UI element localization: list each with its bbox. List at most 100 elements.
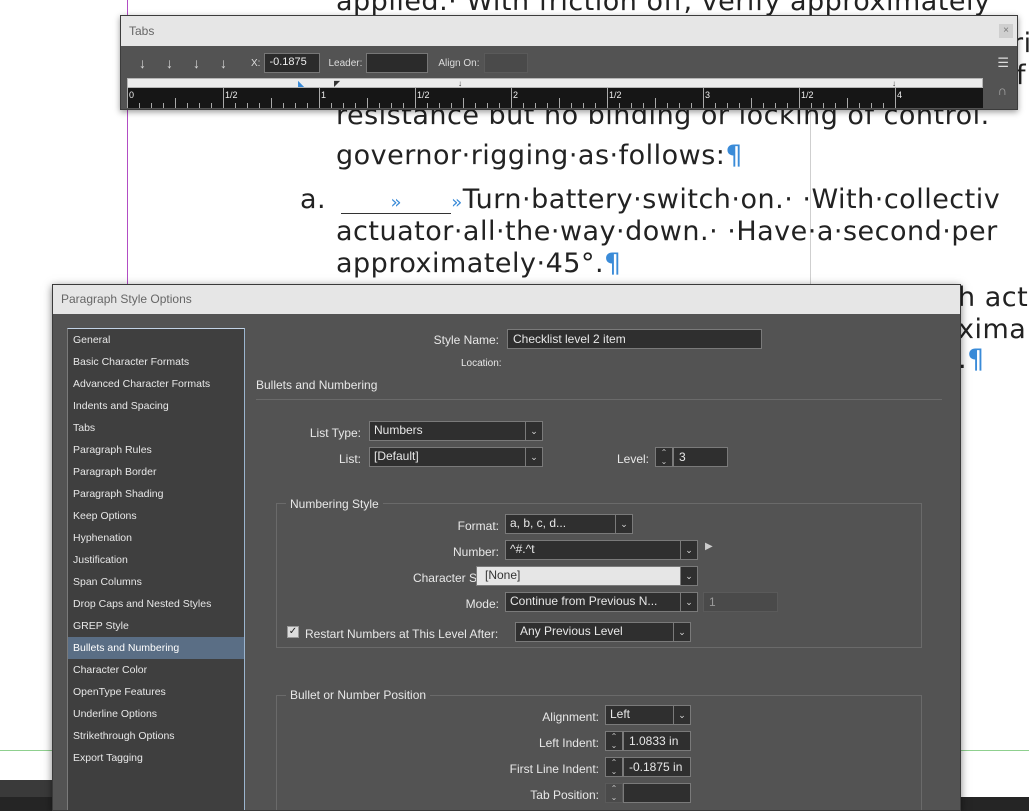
category-item[interactable]: GREP Style <box>68 615 244 637</box>
category-item[interactable]: Span Columns <box>68 571 244 593</box>
align-on-input[interactable] <box>483 53 528 73</box>
tab-stop-icon[interactable]: ↓ <box>458 79 462 88</box>
format-dropdown[interactable]: a, b, c, d... ⌄ <box>505 514 633 534</box>
ruler-tick <box>403 103 404 108</box>
character-style-dropdown[interactable]: [None] ⌄ <box>476 566 698 586</box>
alignment-dropdown[interactable]: Left ⌄ <box>605 705 691 725</box>
category-item[interactable]: Keep Options <box>68 505 244 527</box>
first-line-indent-input[interactable]: -0.1875 in <box>623 757 691 777</box>
ruler-tick <box>703 88 704 108</box>
position-panel-above-frame-icon[interactable]: ∩ <box>998 83 1007 98</box>
mode-value: Continue from Previous N... <box>510 594 658 608</box>
first-line-indent-icon[interactable]: ◤ <box>334 79 340 88</box>
list-type-value: Numbers <box>374 423 423 437</box>
list-dropdown[interactable]: [Default] ⌄ <box>369 447 543 467</box>
level-input[interactable]: 3 <box>673 447 728 467</box>
tab-toolbar: ↓ ↓ ↓ ↓ X: -0.1875 Leader: Align On: <box>129 51 528 75</box>
doc-line-4[interactable]: a. » »Turn·battery·switch·on.· ·With·coll… <box>300 184 1000 215</box>
insert-special-char-icon[interactable]: ▶ <box>705 541 713 552</box>
position-group <box>276 695 922 810</box>
category-item[interactable]: General <box>68 329 244 351</box>
category-item[interactable]: Bullets and Numbering <box>68 637 244 659</box>
list-value: [Default] <box>374 449 419 463</box>
category-item[interactable]: Hyphenation <box>68 527 244 549</box>
left-justified-tab-icon[interactable]: ↓ <box>129 55 156 71</box>
ruler-tick <box>343 103 344 108</box>
category-item[interactable]: Character Color <box>68 659 244 681</box>
indent-marker-icon[interactable]: ◣ <box>298 79 304 88</box>
tab-stop-strip[interactable]: ◣ ◤ ↓ ↓ <box>127 78 983 88</box>
doc-line-8[interactable]: xima <box>958 314 1026 345</box>
category-item[interactable]: Basic Character Formats <box>68 351 244 373</box>
ruler-tick <box>895 88 896 108</box>
chevron-down-icon: ⌄ <box>615 515 632 533</box>
ruler-tick <box>451 103 452 108</box>
right-indent-icon[interactable]: ↓ <box>892 79 896 88</box>
chevron-down-icon: ⌄ <box>673 706 690 724</box>
list-type-dropdown[interactable]: Numbers ⌄ <box>369 421 543 441</box>
ruler-tick <box>199 103 200 108</box>
position-title: Bullet or Number Position <box>286 688 431 702</box>
category-list[interactable]: General Basic Character Formats Advanced C… <box>67 328 245 810</box>
ruler-tick <box>691 103 692 108</box>
category-item[interactable]: Strikethrough Options <box>68 725 244 747</box>
level-stepper-icon[interactable]: ⌃ ⌄ <box>655 447 673 467</box>
divider <box>256 399 942 400</box>
doc-line-6[interactable]: approximately·45°.¶ <box>336 248 622 279</box>
tab-char-icon: » <box>451 192 463 213</box>
tab-position-stepper-icon[interactable]: ⌃ ⌄ <box>605 783 623 803</box>
section-title: Bullets and Numbering <box>256 378 378 392</box>
category-item[interactable]: OpenType Features <box>68 681 244 703</box>
doc-line-9[interactable]: .¶ <box>958 344 985 375</box>
tab-position-input[interactable] <box>623 783 691 803</box>
paragraph-style-options-dialog: Paragraph Style Options General Basic Cha… <box>52 284 961 811</box>
mode-dropdown[interactable]: Continue from Previous N... ⌄ <box>505 592 698 612</box>
number-label: Number: <box>452 545 499 559</box>
category-item[interactable]: Tabs <box>68 417 244 439</box>
chevron-down-icon: ⌄ <box>680 541 697 559</box>
doc-line-5[interactable]: actuator·all·the·way·down.· ·Have·a·seco… <box>336 216 998 247</box>
doc-line-3[interactable]: governor·rigging·as·follows:¶ <box>336 140 743 171</box>
category-item[interactable]: Paragraph Shading <box>68 483 244 505</box>
close-icon[interactable]: × <box>999 24 1013 38</box>
ruler-tick <box>151 103 152 108</box>
align-decimal-tab-icon[interactable]: ↓ <box>210 55 237 71</box>
category-item[interactable]: Advanced Character Formats <box>68 373 244 395</box>
tabs-panel-titlebar[interactable]: Tabs × <box>121 16 1017 46</box>
restart-numbers-checkbox[interactable]: ✓ <box>287 626 299 638</box>
ruler-tick <box>787 103 788 108</box>
restart-after-dropdown[interactable]: Any Previous Level ⌄ <box>515 622 691 642</box>
first-line-indent-stepper-icon[interactable]: ⌃ ⌄ <box>605 757 623 777</box>
mode-label: Mode: <box>465 597 499 611</box>
mode-start-input[interactable]: 1 <box>703 592 778 612</box>
category-item[interactable]: Export Tagging <box>68 747 244 769</box>
tab-ruler[interactable]: ◣ ◤ ↓ ↓ 0 1/2 1 1/2 2 1/2 3 1/2 4 <box>127 78 983 108</box>
category-item[interactable]: Paragraph Border <box>68 461 244 483</box>
ruler-tick <box>847 98 848 108</box>
ruler-tick <box>259 103 260 108</box>
x-position-input[interactable]: -0.1875 <box>264 53 321 73</box>
ruler-tick <box>655 98 656 108</box>
doc-line-3-text: governor·rigging·as·follows: <box>336 140 726 171</box>
right-justified-tab-icon[interactable]: ↓ <box>183 55 210 71</box>
number-input[interactable]: ^#.^t ⌄ <box>505 540 698 560</box>
left-indent-input[interactable]: 1.0833 in <box>623 731 691 751</box>
x-label: X: <box>251 57 261 69</box>
dialog-titlebar[interactable]: Paragraph Style Options <box>53 285 960 314</box>
panel-menu-icon[interactable]: ☰ <box>997 55 1009 71</box>
alignment-label: Alignment: <box>542 710 599 724</box>
category-item[interactable]: Underline Options <box>68 703 244 725</box>
doc-line-7[interactable]: h act <box>958 282 1028 313</box>
category-item[interactable]: Paragraph Rules <box>68 439 244 461</box>
pilcrow-icon: ¶ <box>604 248 622 279</box>
chevron-down-icon: ⌄ <box>680 593 697 611</box>
left-indent-stepper-icon[interactable]: ⌃ ⌄ <box>605 731 623 751</box>
ruler-tick <box>811 103 812 108</box>
category-item[interactable]: Indents and Spacing <box>68 395 244 417</box>
category-item[interactable]: Justification <box>68 549 244 571</box>
style-name-input[interactable]: Checklist level 2 item <box>507 329 762 349</box>
ruler-tick <box>139 103 140 108</box>
category-item[interactable]: Drop Caps and Nested Styles <box>68 593 244 615</box>
leader-input[interactable] <box>366 53 429 73</box>
center-justified-tab-icon[interactable]: ↓ <box>156 55 183 71</box>
